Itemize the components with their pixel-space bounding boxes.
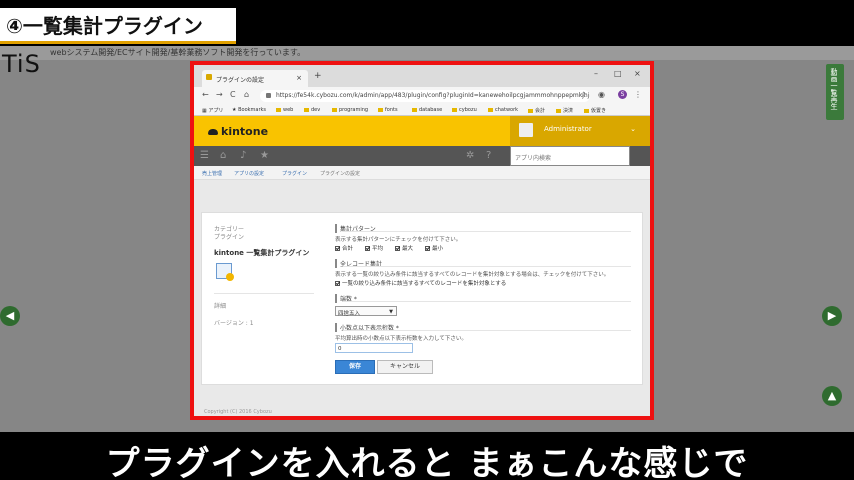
bookmark-star-icon[interactable]: ☆ <box>580 90 587 99</box>
app-search-input[interactable]: アプリ内検索 ⚲ <box>510 146 630 166</box>
kintone-logo[interactable]: kintone <box>208 125 268 138</box>
pattern-description: 表示する集計パターンにチェックを付けて下さい。 <box>335 237 462 243</box>
plugin-version: バージョン : 1 <box>214 320 254 327</box>
breadcrumb-item[interactable]: 売上管理 <box>202 170 222 177</box>
breadcrumb-item[interactable]: アプリの設定 <box>234 170 264 177</box>
plugin-name: kintone 一覧集計プラグイン <box>214 249 310 257</box>
back-icon[interactable]: ← <box>202 90 209 99</box>
bookmark-folder[interactable]: cybozu <box>452 107 477 113</box>
home-icon[interactable]: ⌂ <box>220 150 226 161</box>
prev-arrow-icon[interactable]: ◀ <box>0 306 20 326</box>
browser-tab-strip: プラグインの設定 × + – □ × <box>194 65 650 87</box>
plugin-settings-card: カテゴリー プラグイン kintone 一覧集計プラグイン 詳細 バージョン :… <box>201 212 643 385</box>
all-records-checkbox[interactable]: 一覧の絞り込み条件に該当するすべてのレコードを集計対象とする <box>335 279 506 287</box>
bookmarks-bar: ▦ アプリ ★ Bookmarks web dev programing fon… <box>194 104 650 116</box>
bookmark-folder[interactable]: web <box>276 107 293 113</box>
bookmark-folder[interactable]: 決済 <box>556 107 573 114</box>
chevron-down-icon: ▼ <box>389 309 393 315</box>
section-title-box: ④一覧集計プラグイン <box>0 8 236 44</box>
bookmark-folder[interactable]: 仮置き <box>584 107 606 114</box>
rounding-select[interactable]: 四捨五入 ▼ <box>335 306 397 317</box>
decimal-digits-input[interactable]: 0 <box>335 343 413 353</box>
divider <box>214 293 314 294</box>
user-name: Administrator <box>544 125 592 133</box>
kintone-header: kintone Administrator ⌄ <box>194 116 650 146</box>
bookmark-folder[interactable]: programing <box>332 107 368 113</box>
pattern-sum-checkbox[interactable]: 合計 <box>335 244 353 252</box>
breadcrumb-item[interactable]: プラグイン <box>282 170 307 177</box>
pattern-min-checkbox[interactable]: 最小 <box>425 244 443 252</box>
maximize-icon[interactable]: □ <box>614 69 622 78</box>
breadcrumb-current: プラグインの設定 <box>320 171 361 177</box>
home-icon[interactable]: ⌂ <box>244 90 249 99</box>
channel-subline: webシステム開発/ECサイト開発/基幹業務ソフト開発を行っています。 <box>0 46 854 60</box>
tab-close-icon[interactable]: × <box>296 74 302 82</box>
plugin-table-icon <box>216 263 234 281</box>
user-avatar-icon <box>519 123 533 137</box>
bookmark-folder[interactable]: chatwork <box>488 107 518 113</box>
menu-icon[interactable]: ☰ <box>200 150 209 161</box>
plugin-config-form: 集計パターン 表示する集計パターンにチェックを付けて下さい。 合計 平均 最大 … <box>335 213 635 386</box>
pattern-avg-checkbox[interactable]: 平均 <box>365 244 383 252</box>
bookmark-apps[interactable]: ▦ アプリ <box>202 107 223 114</box>
user-menu[interactable]: Administrator ⌄ <box>510 116 650 146</box>
star-icon[interactable]: ★ <box>260 150 269 161</box>
browser-menu-icon[interactable]: ⋮ <box>634 90 642 99</box>
tab-title: プラグインの設定 <box>216 77 265 84</box>
scroll-up-icon[interactable]: ▲ <box>822 386 842 406</box>
cancel-button[interactable]: キャンセル <box>377 360 433 374</box>
side-playlist-tab[interactable]: 動画一覧再生 <box>826 64 844 120</box>
forward-icon[interactable]: → <box>216 90 223 99</box>
section-title: ④一覧集計プラグイン <box>6 14 203 38</box>
breadcrumb: 売上管理 アプリの設定 プラグイン プラグインの設定 <box>194 166 650 180</box>
divider <box>343 231 631 232</box>
bookmark-folder[interactable]: dev <box>304 107 320 113</box>
browser-tab[interactable]: プラグインの設定 × <box>202 70 308 87</box>
minimize-icon[interactable]: – <box>594 69 598 78</box>
pattern-max-checkbox[interactable]: 最大 <box>395 244 413 252</box>
copyright-footer: Copyright (C) 2016 Cybozu <box>204 409 272 415</box>
gear-icon[interactable]: ✲ <box>466 150 474 161</box>
window-close-icon[interactable]: × <box>634 69 641 78</box>
all-records-description: 表示する一覧の絞り込み条件に該当するすべてのレコードを集計対象とする場合は、チェ… <box>335 272 610 278</box>
subtitle-caption: プラグインを入れると まぁこんな感じで <box>105 444 749 480</box>
save-button[interactable]: 保存 <box>335 360 375 374</box>
channel-description: webシステム開発/ECサイト開発/基幹業務ソフト開発を行っています。 <box>50 48 306 57</box>
address-bar-row: ← → C ⌂ https://fe54k.cybozu.com/k/admin… <box>194 87 650 104</box>
profile-avatar[interactable]: S <box>618 90 627 99</box>
kintone-logo-icon <box>208 129 218 135</box>
next-arrow-icon[interactable]: ▶ <box>822 306 842 326</box>
details-link[interactable]: 詳細 <box>214 301 226 310</box>
bookmark-folder[interactable]: fonts <box>378 107 398 113</box>
extension-icon[interactable]: ◉ <box>598 90 605 99</box>
bell-icon[interactable]: ♪ <box>240 150 246 161</box>
url-field[interactable]: https://fe54k.cybozu.com/k/admin/app/483… <box>260 90 590 102</box>
plugin-info-panel: カテゴリー プラグイン kintone 一覧集計プラグイン 詳細 バージョン :… <box>202 213 324 386</box>
decimal-description: 平均算出時の小数点以下表示桁数を入力して下さい。 <box>335 336 467 342</box>
video-frame: ④一覧集計プラグイン webシステム開発/ECサイト開発/基幹業務ソフト開発を行… <box>0 0 854 480</box>
chevron-down-icon: ⌄ <box>630 125 636 133</box>
lock-icon <box>266 93 271 98</box>
help-icon[interactable]: ? <box>486 150 491 161</box>
divider <box>343 266 631 267</box>
bookmark-folder[interactable]: 会計 <box>528 107 545 114</box>
reload-icon[interactable]: C <box>230 90 236 99</box>
channel-logo: TiS <box>2 50 41 78</box>
divider <box>343 330 631 331</box>
new-tab-button[interactable]: + <box>314 71 322 81</box>
bookmark-folder[interactable]: database <box>412 107 442 113</box>
category-value: プラグイン <box>214 234 245 241</box>
kintone-favicon-icon <box>206 74 212 80</box>
side-playlist-label: 動画一覧再生 <box>830 68 838 110</box>
browser-window: プラグインの設定 × + – □ × ← → C ⌂ https://fe54k… <box>190 61 654 420</box>
divider <box>343 301 631 302</box>
bookmark-bookmarks[interactable]: ★ Bookmarks <box>232 107 266 113</box>
